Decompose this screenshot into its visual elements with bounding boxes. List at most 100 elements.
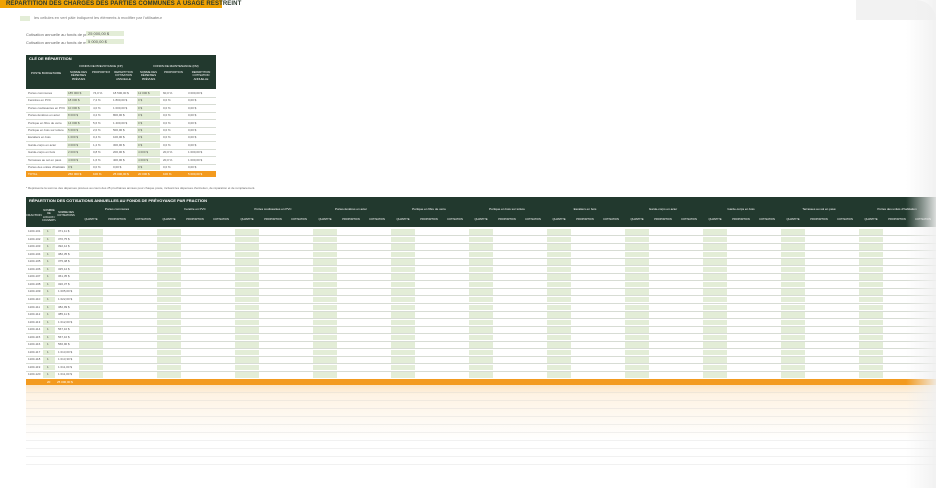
editable-cell[interactable] [157,319,181,326]
cle-cell[interactable]: 12 000 $ [138,92,160,95]
editable-cell[interactable] [469,259,493,265]
editable-cell[interactable] [469,266,493,273]
editable-cell[interactable] [781,364,805,371]
rep-nb[interactable]: 1 [47,298,55,301]
editable-cell[interactable] [625,236,649,243]
editable-cell[interactable] [859,342,883,348]
rep-nb[interactable]: 1 [47,260,55,263]
editable-cell[interactable] [469,327,493,333]
editable-cell[interactable] [469,372,493,378]
editable-cell[interactable] [625,259,649,265]
editable-cell[interactable] [703,319,727,326]
editable-cell[interactable] [781,289,805,295]
editable-cell[interactable] [547,364,571,371]
editable-cell[interactable] [157,266,181,273]
editable-cell[interactable] [469,236,493,243]
param-value-maintenance[interactable]: 5 000,00 $ [86,39,124,44]
editable-cell[interactable] [859,266,883,273]
editable-cell[interactable] [781,259,805,265]
editable-cell[interactable] [469,274,493,280]
editable-cell[interactable] [391,372,415,378]
editable-cell[interactable] [79,266,103,273]
editable-cell[interactable] [79,304,103,311]
editable-cell[interactable] [391,312,415,318]
editable-cell[interactable] [547,266,571,273]
editable-cell[interactable] [391,251,415,258]
editable-cell[interactable] [859,349,883,356]
rep-nb[interactable]: 1 [47,275,55,278]
cle-cell[interactable]: 0 $ [138,114,160,117]
rep-nb[interactable]: 1 [47,373,55,376]
cle-cell[interactable]: 0 $ [138,144,160,147]
editable-cell[interactable] [625,334,649,341]
editable-cell[interactable] [547,289,571,295]
editable-cell[interactable] [781,319,805,326]
cle-cell[interactable]: 5 000 $ [68,129,90,132]
editable-cell[interactable] [781,312,805,318]
editable-cell[interactable] [235,349,259,356]
cle-cell[interactable]: 2 000 $ [68,151,90,154]
editable-cell[interactable] [781,236,805,243]
editable-cell[interactable] [703,281,727,288]
editable-cell[interactable] [313,319,337,326]
cle-cell[interactable]: 4 000 $ [138,151,160,154]
editable-cell[interactable] [79,236,103,243]
editable-cell[interactable] [313,349,337,356]
rep-nb[interactable]: 1 [47,336,55,339]
editable-cell[interactable] [547,372,571,378]
editable-cell[interactable] [235,236,259,243]
editable-cell[interactable] [781,229,805,235]
cle-cell[interactable]: 3 000 $ [68,144,90,147]
editable-cell[interactable] [79,327,103,333]
editable-cell[interactable] [157,281,181,288]
editable-cell[interactable] [703,357,727,363]
cle-cell[interactable]: 14 000 $ [68,122,90,125]
editable-cell[interactable] [391,327,415,333]
editable-cell[interactable] [79,229,103,235]
editable-cell[interactable] [547,327,571,333]
editable-cell[interactable] [391,274,415,280]
editable-cell[interactable] [313,312,337,318]
editable-cell[interactable] [235,319,259,326]
editable-cell[interactable] [859,312,883,318]
cle-cell[interactable]: 0 $ [138,166,160,169]
editable-cell[interactable] [157,304,181,311]
editable-cell[interactable] [391,319,415,326]
editable-cell[interactable] [469,357,493,363]
editable-cell[interactable] [79,334,103,341]
editable-cell[interactable] [79,364,103,371]
editable-cell[interactable] [625,274,649,280]
editable-cell[interactable] [703,244,727,250]
editable-cell[interactable] [625,327,649,333]
editable-cell[interactable] [157,251,181,258]
editable-cell[interactable] [79,312,103,318]
editable-cell[interactable] [859,319,883,326]
editable-cell[interactable] [391,364,415,371]
editable-cell[interactable] [703,312,727,318]
editable-cell[interactable] [313,244,337,250]
editable-cell[interactable] [79,244,103,250]
editable-cell[interactable] [781,251,805,258]
editable-cell[interactable] [391,289,415,295]
editable-cell[interactable] [469,229,493,235]
cle-cell[interactable]: 4 000 $ [68,159,90,162]
editable-cell[interactable] [235,304,259,311]
editable-cell[interactable] [157,229,181,235]
editable-cell[interactable] [859,304,883,311]
editable-cell[interactable] [859,364,883,371]
editable-cell[interactable] [391,229,415,235]
editable-cell[interactable] [157,312,181,318]
editable-cell[interactable] [625,342,649,348]
editable-cell[interactable] [859,357,883,363]
editable-cell[interactable] [625,289,649,295]
editable-cell[interactable] [79,259,103,265]
editable-cell[interactable] [703,304,727,311]
editable-cell[interactable] [859,251,883,258]
editable-cell[interactable] [781,274,805,280]
editable-cell[interactable] [547,319,571,326]
rep-nb[interactable]: 1 [47,358,55,361]
editable-cell[interactable] [313,266,337,273]
editable-cell[interactable] [391,259,415,265]
editable-cell[interactable] [469,251,493,258]
editable-cell[interactable] [469,364,493,371]
